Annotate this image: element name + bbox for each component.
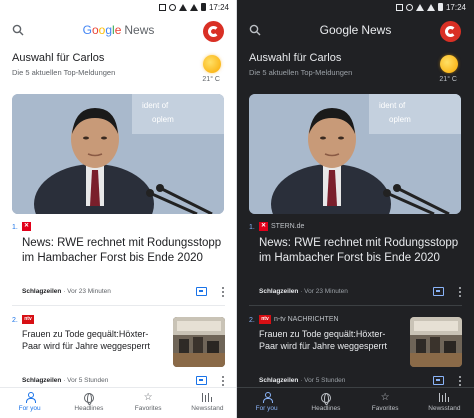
dnd-icon <box>168 3 176 11</box>
dnd-icon <box>405 3 413 11</box>
globe-icon <box>83 392 94 405</box>
nav-newsstand[interactable]: Newsstand <box>415 388 474 418</box>
nav-headlines[interactable]: Headlines <box>59 388 118 418</box>
account-glyph-icon <box>445 26 456 37</box>
full-coverage-icon[interactable] <box>433 376 444 385</box>
full-coverage-icon[interactable] <box>196 287 207 296</box>
weather-temperature: 21° C <box>439 76 457 83</box>
light-theme-screen: 17:24 Google News Auswahl für Carlos Die … <box>0 0 237 418</box>
svg-text:oplem: oplem <box>152 115 174 124</box>
google-news-logo: Google News <box>82 23 155 37</box>
more-options-icon[interactable] <box>222 376 225 387</box>
account-glyph-icon <box>208 26 219 37</box>
svg-text:oplem: oplem <box>389 115 411 124</box>
more-options-icon[interactable] <box>222 287 225 298</box>
more-options-icon[interactable] <box>459 287 462 298</box>
briefing-title: Auswahl für Carlos <box>12 52 105 64</box>
status-bar: 17:24 <box>237 0 474 14</box>
weather-temperature: 21° C <box>202 76 220 83</box>
story-headline[interactable]: News: RWE rechnet mit Rodungsstopp im Ha… <box>259 236 459 266</box>
story-headline[interactable]: News: RWE rechnet mit Rodungsstopp im Ha… <box>22 236 222 266</box>
google-news-logo: Google News <box>319 23 392 37</box>
person-icon <box>25 392 36 403</box>
nav-for-you[interactable]: For you <box>237 388 296 418</box>
story1-hero-image[interactable]: ident of oplem <box>12 94 224 214</box>
dark-theme-screen: 17:24 Google News Auswahl für Carlos Die … <box>237 0 474 418</box>
notification-icon <box>158 3 166 11</box>
nav-headlines[interactable]: Headlines <box>296 388 355 418</box>
full-coverage-icon[interactable] <box>196 376 207 385</box>
story-meta: Schlagzeilen · Vor 5 Stunden <box>22 377 109 384</box>
story-rank: 1. <box>249 224 255 231</box>
sun-weather-icon[interactable] <box>203 55 221 73</box>
bottom-navigation: For you Headlines ☆ Favorites Newsstand <box>0 387 237 418</box>
battery-icon <box>437 3 443 11</box>
star-icon: ☆ <box>143 392 153 403</box>
newsstand-icon <box>201 393 213 402</box>
divider <box>249 305 462 306</box>
bottom-navigation: For you Headlines ☆ Favorites Newsstand <box>237 387 474 418</box>
person-icon <box>262 392 273 403</box>
star-icon: ☆ <box>380 392 390 403</box>
app-bar: Google News <box>237 14 474 46</box>
briefing-header: Auswahl für Carlos Die 5 aktuellen Top-M… <box>237 46 474 90</box>
story-meta: Schlagzeilen · Vor 23 Minuten <box>259 288 348 295</box>
stern-source-logo: ✕ <box>259 222 268 231</box>
briefing-subtitle: Die 5 aktuellen Top-Meldungen <box>249 68 353 77</box>
story2-thumbnail[interactable] <box>173 317 225 367</box>
nav-for-you[interactable]: For you <box>0 388 59 418</box>
signal-icon <box>189 3 198 11</box>
briefing-subtitle: Die 5 aktuellen Top-Meldungen <box>12 68 116 77</box>
full-coverage-icon[interactable] <box>433 287 444 296</box>
story1-hero-image[interactable]: ident of oplem <box>249 94 461 214</box>
stern-source-logo: ✕ <box>22 222 31 231</box>
story-rank: 1. <box>12 224 18 231</box>
briefing-header: Auswahl für Carlos Die 5 aktuellen Top-M… <box>0 46 237 90</box>
wifi-icon <box>178 3 187 11</box>
source-name: STERN.de <box>271 223 305 230</box>
ntv-source-logo: ntv <box>22 315 34 324</box>
status-time: 17:24 <box>445 2 466 12</box>
notification-icon <box>395 3 403 11</box>
story-meta: Schlagzeilen · Vor 5 Stunden <box>259 377 346 384</box>
ntv-source-logo: ntv <box>259 315 271 324</box>
story2-thumbnail[interactable] <box>410 317 462 367</box>
app-bar: Google News <box>0 14 237 46</box>
status-time: 17:24 <box>208 2 229 12</box>
briefing-title: Auswahl für Carlos <box>249 52 342 64</box>
source-name: n-tv NACHRICHTEN <box>274 316 339 323</box>
status-bar: 17:24 <box>0 0 237 14</box>
story-rank: 2. <box>12 317 18 324</box>
battery-icon <box>200 3 206 11</box>
sun-weather-icon[interactable] <box>440 55 458 73</box>
nav-favorites[interactable]: ☆ Favorites <box>119 388 178 418</box>
wifi-icon <box>415 3 424 11</box>
svg-text:ident of: ident of <box>142 101 169 110</box>
more-options-icon[interactable] <box>459 376 462 387</box>
nav-favorites[interactable]: ☆ Favorites <box>356 388 415 418</box>
story-rank: 2. <box>249 317 255 324</box>
svg-text:ident of: ident of <box>379 101 406 110</box>
nav-newsstand[interactable]: Newsstand <box>178 388 237 418</box>
story-headline[interactable]: Frauen zu Tode gequält:Höxter-Paar wird … <box>259 329 399 352</box>
account-avatar[interactable] <box>440 21 461 42</box>
divider <box>12 305 225 306</box>
account-avatar[interactable] <box>203 21 224 42</box>
story-meta: Schlagzeilen · Vor 23 Minuten <box>22 288 111 295</box>
signal-icon <box>426 3 435 11</box>
globe-icon <box>320 392 331 405</box>
story-headline[interactable]: Frauen zu Tode gequält:Höxter-Paar wird … <box>22 329 162 352</box>
newsstand-icon <box>438 393 450 402</box>
